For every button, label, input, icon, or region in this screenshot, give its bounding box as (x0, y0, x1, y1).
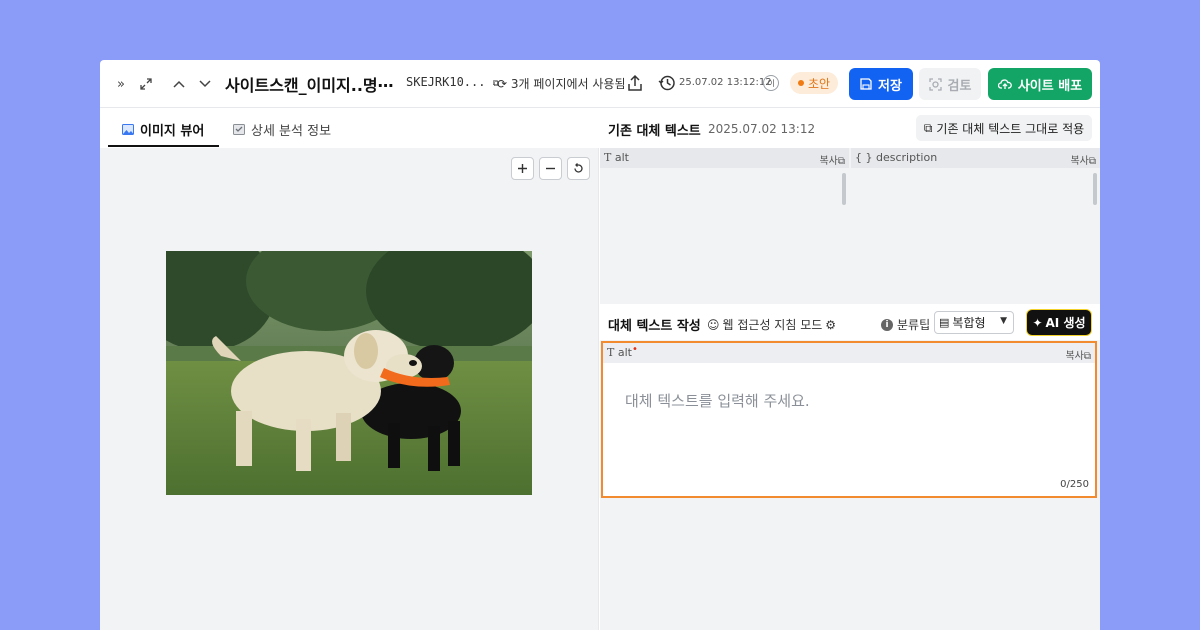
a11y-icon: ☺ (707, 317, 720, 332)
character-counter: 0/250 (1060, 479, 1089, 490)
ai-generate-button[interactable]: ✦ AI 생성 (1026, 309, 1092, 336)
preview-image (166, 251, 532, 495)
usage-info[interactable]: ⟳ 3개 페이지에서 사용됨 (497, 75, 626, 92)
tab-image-viewer-label: 이미지 뷰어 (140, 124, 205, 139)
share-icon[interactable] (627, 74, 643, 92)
status-dot-icon (798, 80, 804, 86)
existing-description-label: { } description (855, 151, 937, 164)
review-button[interactable]: 검토 (919, 68, 981, 100)
existing-description-label-text: description (876, 151, 938, 164)
a11y-mode-toggle[interactable]: ☺ 웹 접근성 지침 모드 ⚙ (707, 316, 836, 333)
text-type-icon: T (604, 151, 612, 164)
text-type-icon: T (607, 346, 615, 359)
viewer-tabs: 이미지 뷰어 상세 분석 정보 (100, 108, 599, 148)
doc-id[interactable]: SKEJRK10... ⧉ (406, 75, 499, 89)
sync-icon: ⟳ (497, 77, 508, 91)
braces-icon: { } (855, 151, 873, 164)
compose-alt-header: 대체 텍스트 작성 ☺ 웹 접근성 지침 모드 ⚙ i 분류팁 ▤ 복합형 ▼ … (600, 304, 1100, 340)
existing-alt-copy-label: 복사 (819, 156, 838, 167)
existing-alt-label: T alt (604, 151, 629, 164)
deploy-label: 사이트 배포 (1017, 78, 1083, 94)
history-icon[interactable] (658, 74, 676, 92)
page-title: 사이트스캔_이미지..명⋯ (225, 76, 394, 95)
classification-value: 복합형 (952, 316, 986, 330)
active-tab-indicator (108, 145, 219, 147)
save-button[interactable]: 저장 (849, 68, 913, 100)
tab-analysis-label: 상세 분석 정보 (251, 124, 332, 139)
copy-icon: ⧉ (1088, 156, 1096, 167)
gear-icon[interactable]: ⚙ (825, 318, 836, 332)
classification-select[interactable]: ▤ 복합형 ▼ (934, 311, 1014, 334)
zoom-out-button[interactable] (539, 157, 562, 180)
minus-icon (546, 167, 555, 170)
ai-generate-label: AI 생성 (1045, 316, 1086, 330)
cloud-upload-icon (997, 79, 1012, 89)
compose-alt-field-header: T alt• 복사⧉ (603, 343, 1095, 363)
tab-analysis-info[interactable]: 상세 분석 정보 (233, 120, 331, 139)
timestamp: 25.07.02 13:12:12 (679, 77, 772, 88)
existing-description-field-header: { } description 복사⧉ (851, 148, 1100, 168)
layout-icon: ▤ (939, 316, 950, 329)
compose-alt-copy-button[interactable]: 복사⧉ (1065, 347, 1091, 362)
existing-alt-header: 기존 대체 텍스트 2025.07.02 13:12 ⧉ 기존 대체 텍스트 그… (600, 108, 1100, 148)
existing-alt-label-text: alt (614, 151, 629, 164)
existing-alt-copy-button[interactable]: 복사⧉ (819, 152, 845, 167)
existing-description-copy-button[interactable]: 복사⧉ (1070, 152, 1096, 167)
classification-tip[interactable]: i 분류팁 (881, 316, 930, 333)
existing-description-scrollbar[interactable] (1093, 173, 1097, 205)
dropdown-caret-icon: ▼ (1000, 316, 1007, 326)
save-icon (860, 78, 872, 90)
existing-alt-field-header: T alt 복사⧉ (600, 148, 849, 168)
status-badge: 초안 (790, 72, 839, 94)
a11y-mode-label: 웹 접근성 지침 모드 (722, 318, 823, 332)
required-marker: • (631, 344, 638, 355)
chevron-up-icon[interactable] (169, 74, 189, 94)
alt-text-panel: 기존 대체 텍스트 2025.07.02 13:12 ⧉ 기존 대체 텍스트 그… (600, 108, 1100, 630)
existing-description-field: { } description 복사⧉ (851, 148, 1100, 304)
copy-apply-icon: ⧉ (923, 120, 933, 135)
tab-image-viewer[interactable]: 이미지 뷰어 (122, 120, 204, 139)
status-text: 초안 (808, 76, 831, 91)
alt-text-placeholder[interactable]: 대체 텍스트를 입력해 주세요. (625, 390, 810, 411)
existing-description-copy-label: 복사 (1070, 156, 1089, 167)
apply-existing-button[interactable]: ⧉ 기존 대체 텍스트 그대로 적용 (916, 115, 1092, 141)
tip-label: 분류팁 (897, 318, 931, 332)
collapse-panel-icon[interactable]: » (111, 74, 131, 94)
rotate-icon (574, 163, 583, 173)
checklist-icon (233, 124, 245, 135)
doc-id-text: SKEJRK10... (406, 75, 486, 89)
apply-existing-label: 기존 대체 텍스트 그대로 적용 (936, 121, 1085, 136)
compose-alt-copy-label: 복사 (1065, 351, 1084, 362)
expand-icon[interactable] (136, 74, 156, 94)
top-bar: » 사이트스캔_이미지..명⋯ SKEJRK10... ⧉ ⟳ 3개 페이지에서… (100, 60, 1100, 108)
editor-window: » 사이트스캔_이미지..명⋯ SKEJRK10... ⧉ ⟳ 3개 페이지에서… (100, 60, 1100, 630)
copy-icon: ⧉ (837, 156, 845, 167)
existing-alt-field: T alt 복사⧉ (600, 148, 849, 304)
reset-zoom-button[interactable] (567, 157, 590, 180)
chevron-down-icon[interactable] (195, 74, 215, 94)
existing-alt-scrollbar[interactable] (842, 173, 846, 205)
plus-icon (518, 164, 527, 173)
save-label: 저장 (878, 78, 902, 94)
sparkle-icon: ✦ (1032, 315, 1043, 330)
info-icon: i (881, 318, 893, 331)
zoom-in-button[interactable] (511, 157, 534, 180)
existing-alt-title: 기존 대체 텍스트 (608, 124, 701, 139)
compose-alt-label-text: alt (617, 346, 632, 359)
alt-text-input-box[interactable]: T alt• 복사⧉ 대체 텍스트를 입력해 주세요. 0/250 (601, 341, 1097, 498)
existing-alt-date: 2025.07.02 13:12 (708, 122, 816, 136)
copy-icon: ⧉ (1083, 351, 1091, 362)
review-label: 검토 (947, 78, 972, 94)
compose-alt-label: T alt• (607, 344, 638, 359)
deploy-button[interactable]: 사이트 배포 (988, 68, 1092, 100)
compose-alt-title: 대체 텍스트 작성 (608, 319, 701, 334)
review-icon (928, 77, 942, 91)
image-viewer-panel: 이미지 뷰어 상세 분석 정보 (100, 108, 599, 630)
user-avatar[interactable]: 이 (763, 75, 779, 91)
usage-text: 3개 페이지에서 사용됨 (510, 77, 626, 91)
image-icon (122, 124, 134, 135)
